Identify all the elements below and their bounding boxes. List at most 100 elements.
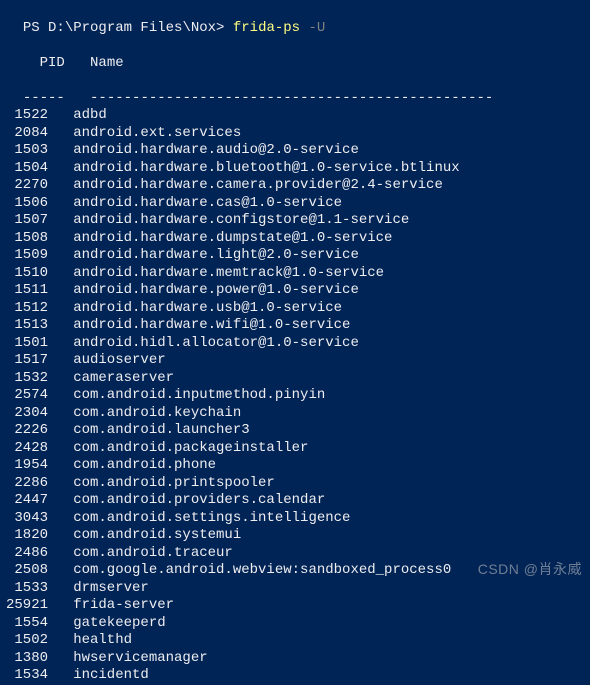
process-row: 1522 adbd: [6, 107, 588, 125]
prompt-line[interactable]: PS D:\Program Files\Nox> frida-ps -U: [6, 2, 588, 37]
process-row: 1503 android.hardware.audio@2.0-service: [6, 142, 588, 160]
process-row: 1534 incidentd: [6, 667, 588, 685]
process-row: 1506 android.hardware.cas@1.0-service: [6, 195, 588, 213]
process-name: com.android.packageinstaller: [73, 440, 308, 456]
process-pid: 1511: [6, 282, 48, 300]
process-row: 1501 android.hidl.allocator@1.0-service: [6, 335, 588, 353]
column-header: PIDName: [6, 37, 588, 72]
process-row: 1507 android.hardware.configstore@1.1-se…: [6, 212, 588, 230]
process-list: 1522 adbd 2084 android.ext.services 1503…: [6, 107, 588, 685]
process-pid: 2508: [6, 562, 48, 580]
process-pid: 1503: [6, 142, 48, 160]
process-row: 2508 com.google.android.webview:sandboxe…: [6, 562, 588, 580]
process-pid: 1506: [6, 195, 48, 213]
process-row: 2304 com.android.keychain: [6, 405, 588, 423]
process-pid: 1380: [6, 650, 48, 668]
process-row: 1954 com.android.phone: [6, 457, 588, 475]
process-row: 1512 android.hardware.usb@1.0-service: [6, 300, 588, 318]
process-pid: 1532: [6, 370, 48, 388]
separator-pid: -----: [23, 90, 65, 106]
command-flag: -U: [308, 20, 325, 36]
process-name: com.android.keychain: [73, 405, 241, 421]
process-name: com.android.printspooler: [73, 475, 275, 491]
process-pid: 2574: [6, 387, 48, 405]
separator-name: ----------------------------------------…: [90, 90, 493, 106]
process-row: 1517 audioserver: [6, 352, 588, 370]
process-row: 2486 com.android.traceur: [6, 545, 588, 563]
separator-line: ----- ----------------------------------…: [6, 72, 588, 107]
process-pid: 3043: [6, 510, 48, 528]
process-pid: 1554: [6, 615, 48, 633]
process-row: 2574 com.android.inputmethod.pinyin: [6, 387, 588, 405]
command-text: frida-ps: [233, 20, 309, 36]
process-row: 2226 com.android.launcher3: [6, 422, 588, 440]
process-name: drmserver: [73, 580, 149, 596]
process-name: android.hardware.dumpstate@1.0-service: [73, 230, 392, 246]
process-row: 2270 android.hardware.camera.provider@2.…: [6, 177, 588, 195]
process-row: 1380 hwservicemanager: [6, 650, 588, 668]
process-name: com.android.phone: [73, 457, 216, 473]
process-pid: 1512: [6, 300, 48, 318]
header-pid: PID: [23, 55, 65, 71]
process-row: 2286 com.android.printspooler: [6, 475, 588, 493]
process-row: 1513 android.hardware.wifi@1.0-service: [6, 317, 588, 335]
process-name: com.android.traceur: [73, 545, 233, 561]
process-name: com.android.launcher3: [73, 422, 249, 438]
process-pid: 1533: [6, 580, 48, 598]
process-pid: 1820: [6, 527, 48, 545]
process-row: 1502 healthd: [6, 632, 588, 650]
process-pid: 2447: [6, 492, 48, 510]
process-pid: 1522: [6, 107, 48, 125]
process-pid: 2084: [6, 125, 48, 143]
process-pid: 1517: [6, 352, 48, 370]
process-row: 2084 android.ext.services: [6, 125, 588, 143]
process-row: 1504 android.hardware.bluetooth@1.0-serv…: [6, 160, 588, 178]
process-pid: 1954: [6, 457, 48, 475]
process-pid: 1508: [6, 230, 48, 248]
process-pid: 1502: [6, 632, 48, 650]
process-pid: 1510: [6, 265, 48, 283]
process-name: android.hardware.cas@1.0-service: [73, 195, 342, 211]
process-name: healthd: [73, 632, 132, 648]
process-name: android.hardware.audio@2.0-service: [73, 142, 359, 158]
process-pid: 2428: [6, 440, 48, 458]
process-row: 3043 com.android.settings.intelligence: [6, 510, 588, 528]
prompt-path: PS D:\Program Files\Nox>: [23, 20, 233, 36]
process-row: 1509 android.hardware.light@2.0-service: [6, 247, 588, 265]
process-pid: 1504: [6, 160, 48, 178]
process-row: 1820 com.android.systemui: [6, 527, 588, 545]
process-row: 1532 cameraserver: [6, 370, 588, 388]
process-row: 1510 android.hardware.memtrack@1.0-servi…: [6, 265, 588, 283]
process-pid: 2270: [6, 177, 48, 195]
process-name: com.android.settings.intelligence: [73, 510, 350, 526]
process-pid: 2286: [6, 475, 48, 493]
process-pid: 1513: [6, 317, 48, 335]
process-pid: 1507: [6, 212, 48, 230]
process-name: android.hardware.power@1.0-service: [73, 282, 359, 298]
process-name: android.hardware.camera.provider@2.4-ser…: [73, 177, 443, 193]
process-name: incidentd: [73, 667, 149, 683]
process-name: android.hardware.usb@1.0-service: [73, 300, 342, 316]
process-pid: 1501: [6, 335, 48, 353]
process-name: com.google.android.webview:sandboxed_pro…: [73, 562, 451, 578]
process-name: hwservicemanager: [73, 650, 207, 666]
process-row: 1508 android.hardware.dumpstate@1.0-serv…: [6, 230, 588, 248]
process-row: 1554 gatekeeperd: [6, 615, 588, 633]
process-pid: 2226: [6, 422, 48, 440]
process-name: com.android.providers.calendar: [73, 492, 325, 508]
process-name: frida-server: [73, 597, 174, 613]
process-row: 2447 com.android.providers.calendar: [6, 492, 588, 510]
process-pid: 1509: [6, 247, 48, 265]
process-pid: 2486: [6, 545, 48, 563]
process-pid: 1534: [6, 667, 48, 685]
process-name: com.android.inputmethod.pinyin: [73, 387, 325, 403]
process-name: android.hardware.memtrack@1.0-service: [73, 265, 384, 281]
process-name: android.hardware.configstore@1.1-service: [73, 212, 409, 228]
process-row: 25921 frida-server: [6, 597, 588, 615]
process-name: android.hidl.allocator@1.0-service: [73, 335, 359, 351]
process-pid: 2304: [6, 405, 48, 423]
process-name: android.hardware.wifi@1.0-service: [73, 317, 350, 333]
process-name: gatekeeperd: [73, 615, 165, 631]
process-row: 1533 drmserver: [6, 580, 588, 598]
process-pid: 25921: [6, 597, 48, 615]
